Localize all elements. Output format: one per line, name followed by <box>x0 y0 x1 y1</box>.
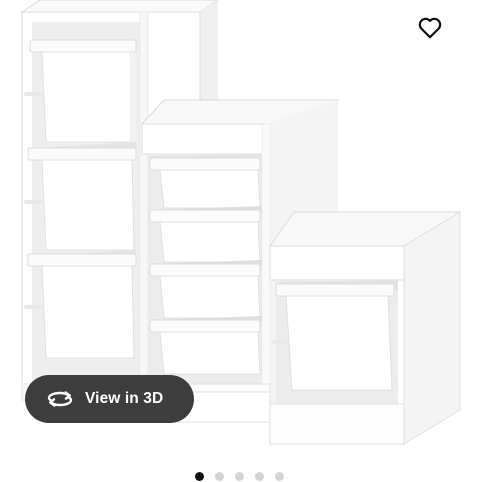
storage-bin <box>149 316 262 375</box>
cabinet-base <box>269 403 405 445</box>
view-in-3d-label: View in 3D <box>85 390 164 407</box>
cabinet-top <box>20 0 219 13</box>
cabinet-side <box>403 211 461 445</box>
view-in-3d-button[interactable]: View in 3D <box>25 375 194 423</box>
storage-bin <box>149 206 262 263</box>
rotate-3d-icon <box>47 388 73 410</box>
storage-bin <box>149 260 262 319</box>
carousel-dots <box>195 472 284 482</box>
cabinet-divider <box>139 11 149 393</box>
storage-bin <box>149 154 262 209</box>
cabinet-side-post <box>261 123 271 411</box>
cabinet-top-front <box>141 123 267 155</box>
storage-bin <box>275 280 398 391</box>
favorite-button[interactable] <box>412 10 448 46</box>
heart-outline-icon <box>418 17 442 39</box>
storage-bin <box>29 39 138 143</box>
cabinet-top-front <box>269 245 405 281</box>
